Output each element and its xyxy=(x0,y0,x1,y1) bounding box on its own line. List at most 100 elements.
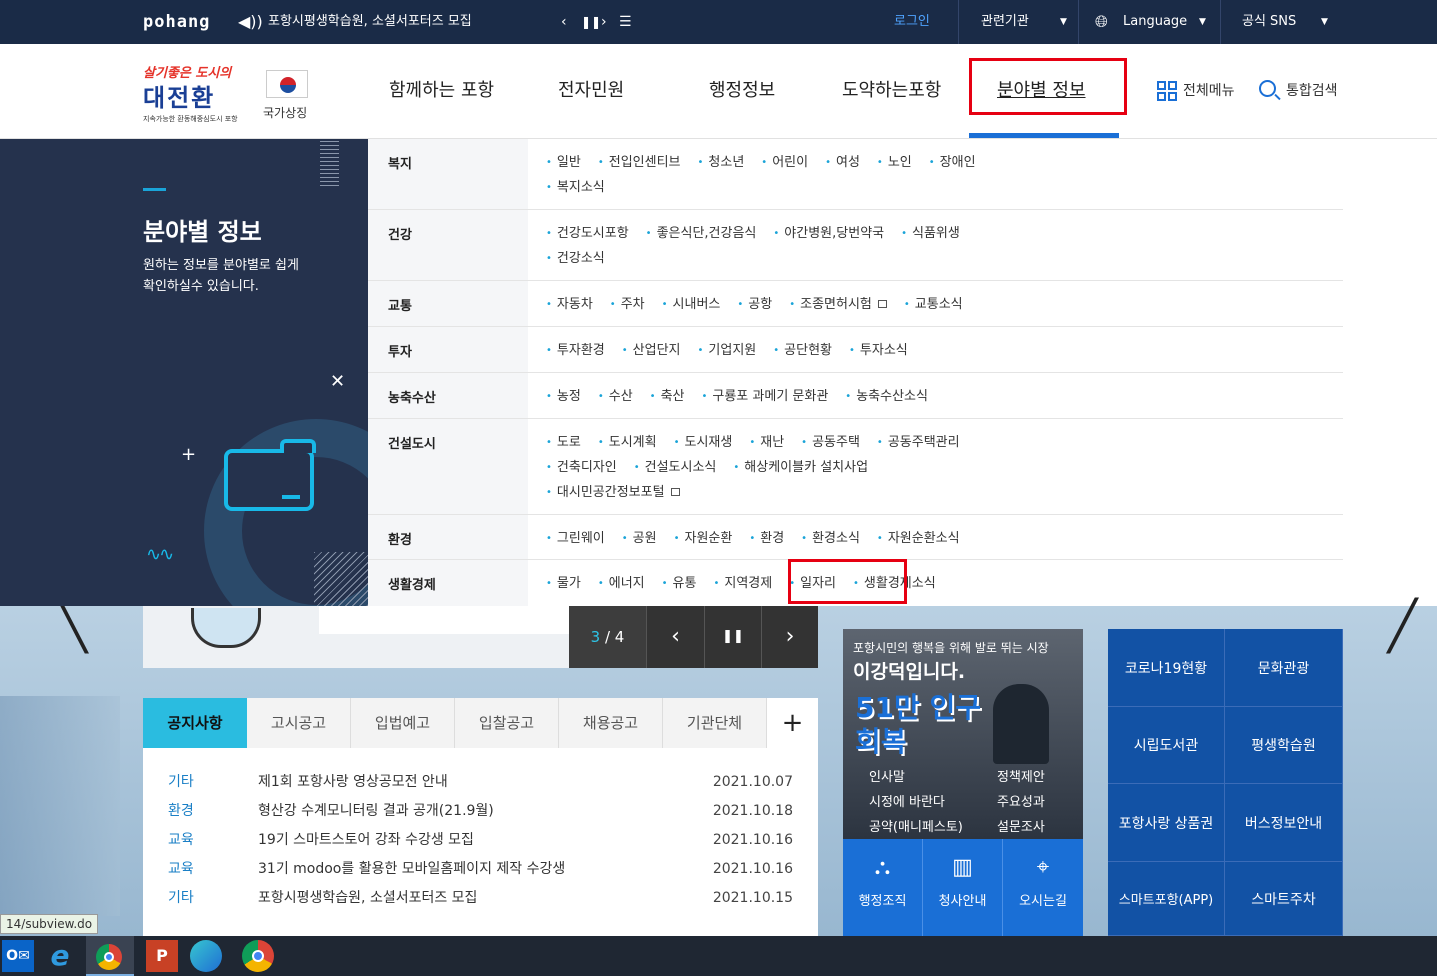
pohang-logo[interactable]: pohang xyxy=(143,0,210,44)
menu-item[interactable]: 어린이 xyxy=(761,150,808,175)
menu-item[interactable]: 건설도시소식 xyxy=(634,455,717,480)
grid-menu-icon[interactable] xyxy=(1157,81,1177,101)
tab-recruitment[interactable]: 채용공고 xyxy=(559,698,663,748)
menu-category[interactable]: 건강 xyxy=(368,210,528,280)
menu-item[interactable]: 대시민공간정보포털 xyxy=(546,480,665,505)
quick-link-smart-app[interactable]: 스마트포항(APP) xyxy=(1108,862,1225,936)
hero-prev-arrow[interactable]: ╲ xyxy=(58,602,87,650)
quick-link-smart-parking[interactable]: 스마트주차 xyxy=(1225,862,1343,936)
chrome-profile-icon[interactable] xyxy=(242,940,274,972)
list-item[interactable]: 교육 19기 스마트스토어 강좌 수강생 모집 2021.10.16 xyxy=(168,828,793,852)
menu-item[interactable]: 도로 xyxy=(546,430,581,455)
more-button[interactable]: + xyxy=(767,698,818,748)
outlook-icon[interactable]: O✉ xyxy=(2,940,34,972)
menu-category[interactable]: 건설도시 xyxy=(368,419,528,514)
quick-link-tourism[interactable]: 문화관광 xyxy=(1225,629,1343,707)
mayor-link-policy-proposal[interactable]: 정책제안 xyxy=(997,766,1045,785)
chrome-active-icon[interactable] xyxy=(86,936,134,976)
pause-notice-button[interactable]: ❚❚ xyxy=(581,0,601,44)
menu-item[interactable]: 장애인 xyxy=(929,150,976,175)
menu-category[interactable]: 생활경제 xyxy=(368,560,528,606)
tab-legislation[interactable]: 입법예고 xyxy=(351,698,455,748)
integrated-search-button[interactable]: 통합검색 xyxy=(1286,81,1338,101)
menu-item[interactable]: 수산 xyxy=(598,384,633,409)
all-menu-button[interactable]: 전체메뉴 xyxy=(1183,81,1235,101)
mayor-link-achievements[interactable]: 주요성과 xyxy=(997,791,1045,810)
slider-next-button[interactable]: › xyxy=(761,606,818,668)
menu-item[interactable]: 건강소식 xyxy=(546,246,605,271)
menu-item[interactable]: 농축수산소식 xyxy=(845,384,928,409)
quick-link-bus[interactable]: 버스정보안내 xyxy=(1225,784,1343,862)
menu-item[interactable]: 투자환경 xyxy=(546,338,605,363)
menu-item[interactable]: 노인 xyxy=(877,150,912,175)
menu-item[interactable]: 환경 xyxy=(749,526,784,551)
menu-category[interactable]: 농축수산 xyxy=(368,373,528,418)
quick-link-library[interactable]: 시립도서관 xyxy=(1108,707,1225,784)
menu-item[interactable]: 건축디자인 xyxy=(546,455,617,480)
powerpoint-icon[interactable]: P xyxy=(146,940,178,972)
menu-item[interactable]: 재난 xyxy=(749,430,784,455)
slider-prev-button[interactable]: ‹ xyxy=(646,606,704,668)
menu-item[interactable]: 식품위생 xyxy=(901,221,960,246)
mayor-link-greeting[interactable]: 인사말 xyxy=(869,766,905,785)
menu-item[interactable]: 유통 xyxy=(662,571,697,596)
list-item[interactable]: 기타 포항시평생학습원, 소셜서포터즈 모집 2021.10.15 xyxy=(168,886,793,910)
menu-item[interactable]: 전입인센티브 xyxy=(598,150,681,175)
menu-item[interactable]: 청소년 xyxy=(698,150,744,175)
nav-e-civil[interactable]: 전자민원 xyxy=(558,76,624,106)
directions-link[interactable]: ⌖ 오시는길 xyxy=(1003,839,1083,936)
notice-list-icon[interactable]: ☰ xyxy=(619,0,632,44)
national-symbol-link[interactable]: 국가상징 xyxy=(263,104,307,121)
national-flag-icon[interactable] xyxy=(266,70,308,98)
slider-pause-button[interactable]: ❚❚ xyxy=(704,606,761,668)
menu-item[interactable]: 공원 xyxy=(622,526,657,551)
menu-item[interactable]: 공동주택 xyxy=(801,430,860,455)
menu-item[interactable]: 시내버스 xyxy=(662,292,721,317)
list-item[interactable]: 환경 형산강 수계모니터링 결과 공개(21.9월) 2021.10.18 xyxy=(168,799,793,823)
mayor-link-survey[interactable]: 설문조사 xyxy=(997,816,1045,835)
edge-icon[interactable] xyxy=(190,940,222,972)
menu-category[interactable]: 환경 xyxy=(368,515,528,559)
nav-together-pohang[interactable]: 함께하는 포항 xyxy=(389,76,494,106)
menu-item[interactable]: 도시재생 xyxy=(674,430,732,455)
menu-item[interactable]: 교통소식 xyxy=(904,292,963,317)
nav-admin-info[interactable]: 행정정보 xyxy=(709,76,775,106)
menu-item[interactable]: 기업지원 xyxy=(698,338,756,363)
menu-item[interactable]: 자원순환 xyxy=(674,526,732,551)
menu-item[interactable]: 야간병원,당번약국 xyxy=(773,221,884,246)
menu-item[interactable]: 그린웨이 xyxy=(546,526,605,551)
menu-item[interactable]: 공동주택관리 xyxy=(877,430,960,455)
hero-next-arrow[interactable]: ╱ xyxy=(1388,602,1417,650)
tab-notice[interactable]: 공지사항 xyxy=(143,698,247,748)
org-chart-link[interactable]: ⛬ 행정조직 xyxy=(843,839,923,936)
city-logo[interactable]: 살기좋은 도시의 대전환 지속가능한 환동해중심도시 포항 xyxy=(143,62,255,124)
menu-item[interactable]: 투자소식 xyxy=(849,338,908,363)
next-notice-button[interactable]: › xyxy=(601,0,607,44)
menu-item[interactable]: 축산 xyxy=(650,384,685,409)
menu-item[interactable]: 에너지 xyxy=(598,571,645,596)
city-hall-link[interactable]: ▥ 청사안내 xyxy=(923,839,1003,936)
quick-link-gift-card[interactable]: 포항사랑 상품권 xyxy=(1108,784,1225,862)
sns-dropdown[interactable]: 공식 SNS xyxy=(1242,0,1296,44)
menu-item[interactable]: 조종면허시험 xyxy=(789,292,872,317)
menu-category[interactable]: 복지 xyxy=(368,139,528,209)
menu-item[interactable]: 도시계획 xyxy=(598,430,657,455)
menu-item[interactable]: 지역경제 xyxy=(713,571,772,596)
menu-item[interactable]: 산업단지 xyxy=(622,338,681,363)
menu-item[interactable]: 구룡포 과메기 문화관 xyxy=(701,384,828,409)
related-sites-dropdown[interactable]: 관련기관 xyxy=(981,0,1029,44)
menu-item[interactable]: 좋은식단,건강음식 xyxy=(646,221,757,246)
mayor-banner[interactable]: 포항시민의 행복을 위해 발로 뛰는 시장 이강덕입니다. 51만 인구회복 인… xyxy=(843,629,1083,839)
menu-item[interactable]: 자동차 xyxy=(546,292,593,317)
menu-item[interactable]: 자원순환소식 xyxy=(877,526,960,551)
quick-link-covid[interactable]: 코로나19현황 xyxy=(1108,629,1225,707)
mayor-link-request[interactable]: 시정에 바란다 xyxy=(869,791,945,810)
menu-category[interactable]: 교통 xyxy=(368,281,528,326)
mayor-link-manifesto[interactable]: 공약(매니페스토) xyxy=(869,816,963,835)
menu-category[interactable]: 투자 xyxy=(368,327,528,372)
nav-leaping-pohang[interactable]: 도약하는포항 xyxy=(842,76,941,106)
search-icon[interactable] xyxy=(1259,80,1281,101)
menu-item[interactable]: 공단현황 xyxy=(773,338,832,363)
tab-bidding[interactable]: 입찰공고 xyxy=(455,698,559,748)
menu-item[interactable]: 물가 xyxy=(546,571,581,596)
